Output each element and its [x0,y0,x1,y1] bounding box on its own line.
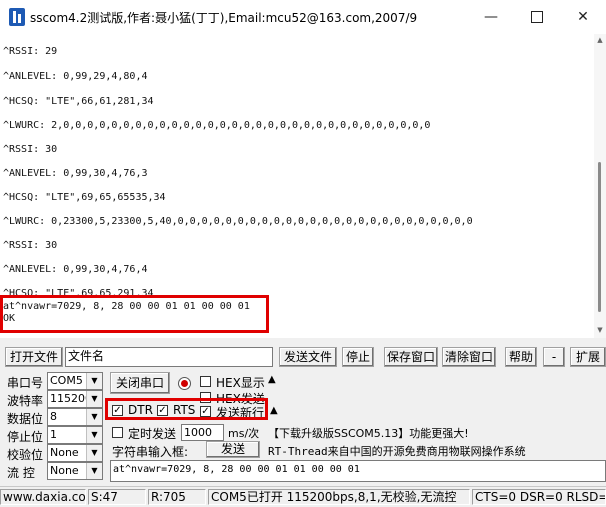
rtthread-ad-text[interactable]: RT-Thread来自中国的开源免费商用物联网操作系统 [268,443,526,459]
send-button[interactable]: 发送 [206,441,260,458]
scroll-up-icon[interactable]: ▲ [596,36,604,44]
status-received-count: R:705 [148,489,206,505]
port-select[interactable]: COM5 ▼ [47,372,103,390]
chevron-down-icon[interactable]: ▼ [86,463,102,479]
stopbits-select[interactable]: 1 ▼ [47,426,103,444]
chevron-down-icon[interactable]: ▼ [86,373,102,389]
save-window-button[interactable]: 保存窗口 [384,347,438,367]
databits-select[interactable]: 8 ▼ [47,408,103,426]
interval-unit: ms/次 [228,427,260,440]
open-file-button[interactable]: 打开文件 [5,347,63,367]
stopbits-value: 1 [50,428,57,441]
scroll-down-icon[interactable]: ▼ [596,326,604,334]
send-file-button[interactable]: 发送文件 [279,347,337,367]
help-button[interactable]: 帮助 [505,347,537,367]
databits-label: 数据位 [7,412,44,426]
baud-label: 波特率 [7,394,44,408]
receive-line: ^ANLEVEL: 0,99,30,4,76,4 [3,264,148,275]
databits-value: 8 [50,410,57,423]
status-sent-count: S:47 [88,489,146,505]
port-label: 串口号 [7,376,44,390]
chevron-down-icon[interactable]: ▼ [86,445,102,461]
title-bar: sscom4.2测试版,作者:聂小猛(丁丁),Email:mcu52@163.c… [0,0,606,35]
receive-line: ^RSSI: 29 [3,46,58,57]
stop-button[interactable]: 停止 [342,347,374,367]
expand-up-icon[interactable]: ▲ [268,374,276,385]
receive-area[interactable]: ^RSSI: 29 ^ANLEVEL: 0,99,29,4,80,4 ^HCSQ… [0,34,594,338]
timed-send-checkbox[interactable] [112,427,123,438]
receive-line: ^HCSQ: "LTE",69,65,65535,34 [3,192,166,203]
status-port-info: COM5已打开 115200bps,8,1,无校验,无流控 [208,489,470,505]
parity-value: None [50,446,79,459]
receive-line: ^RSSI: 30 [3,144,58,155]
highlight-box-response [0,295,269,333]
receive-scrollbar[interactable]: ▲ ▼ [594,34,606,338]
maximize-button[interactable] [514,0,560,34]
receive-line: ^ANLEVEL: 0,99,29,4,80,4 [3,71,148,82]
close-port-button[interactable]: 关闭串口 [110,372,170,394]
receive-line: ^LWURC: 2,0,0,0,0,0,0,0,0,0,0,0,0,0,0,0,… [3,120,431,131]
parity-label: 校验位 [7,448,44,462]
status-site[interactable]: www.daxia.com [0,489,86,505]
close-button[interactable]: ✕ [560,0,606,34]
interval-input[interactable]: 1000 [181,424,224,441]
minus-button[interactable]: - [543,347,565,367]
input-label: 字符串输入框: [112,445,189,459]
expand-button[interactable]: 扩展 [570,347,606,367]
flow-value: None [50,464,79,477]
maximize-icon [531,11,543,23]
window-title: sscom4.2测试版,作者:聂小猛(丁丁),Email:mcu52@163.c… [30,11,418,25]
highlight-box-options [105,398,268,420]
receive-line: ^HCSQ: "LTE",66,61,281,34 [3,96,154,107]
send-text-input[interactable]: at^nvawr=7029, 8, 28 00 00 01 01 00 00 0… [110,460,606,482]
expand-up-icon[interactable]: ▲ [270,405,278,416]
parity-select[interactable]: None ▼ [47,444,103,462]
stopbits-label: 停止位 [7,430,44,444]
flow-label: 流 控 [7,466,35,480]
port-value: COM5 [50,374,83,387]
clear-window-button[interactable]: 清除窗口 [442,347,496,367]
upgrade-ad-text[interactable]: 【下载升级版SSCOM5.13】功能更强大! [268,425,469,441]
chevron-down-icon[interactable]: ▼ [86,409,102,425]
app-icon [9,8,25,26]
minimize-button[interactable]: — [468,0,514,34]
scroll-thumb[interactable] [598,162,601,312]
file-name-input[interactable]: 文件名 [65,347,273,367]
status-signals: CTS=0 DSR=0 RLSD= [472,489,606,505]
hex-display-label: HEX显示 [216,376,265,390]
status-bar: www.daxia.com S:47 R:705 COM5已打开 115200b… [0,486,606,507]
receive-line: ^ANLEVEL: 0,99,30,4,76,3 [3,168,148,179]
timed-send-label: 定时发送 [128,427,177,441]
hex-display-checkbox[interactable] [200,376,211,387]
receive-line: ^RSSI: 30 [3,240,58,251]
flow-select[interactable]: None ▼ [47,462,103,480]
chevron-down-icon[interactable]: ▼ [86,427,102,443]
chevron-down-icon[interactable]: ▼ [86,391,102,407]
receive-line: ^LWURC: 0,23300,5,23300,5,40,0,0,0,0,0,0… [3,216,473,227]
port-status-indicator [178,377,191,390]
baud-select[interactable]: 115200 ▼ [47,390,103,408]
